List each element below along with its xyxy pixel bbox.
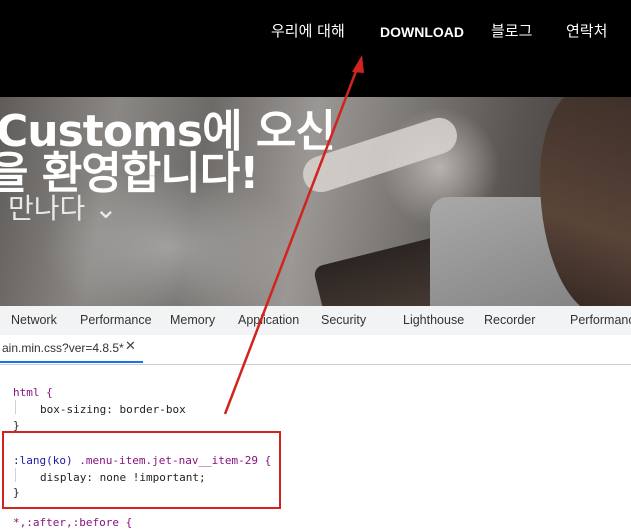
annotation-arrow [223,55,364,415]
annotation-arrow-line [223,65,360,415]
annotation-arrow-head [352,55,364,73]
